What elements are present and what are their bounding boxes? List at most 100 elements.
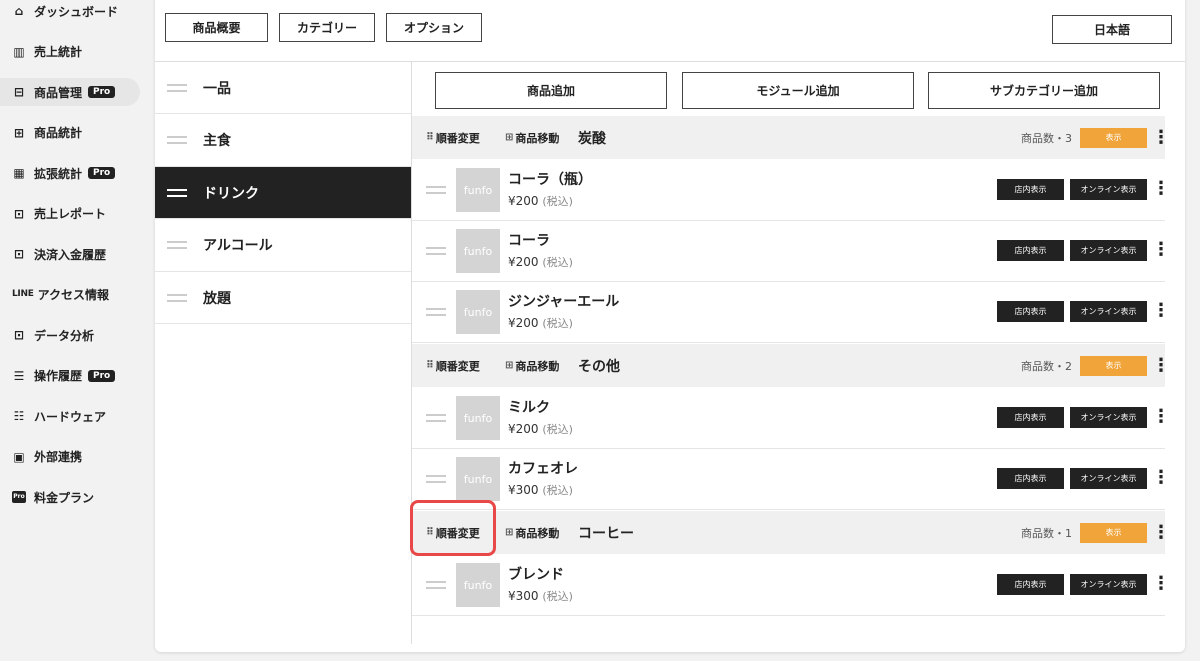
reorder-button[interactable]: ⠿ 順番変更 [426, 358, 480, 374]
add-module-button[interactable]: モジュール追加 [682, 72, 914, 109]
product-name: コーラ（瓶） [508, 172, 592, 188]
online-display-button[interactable]: オンライン表示 [1070, 574, 1147, 595]
drag-handle-icon[interactable] [426, 581, 446, 589]
sidebar-item[interactable]: ⌂ ダッシュボード [0, 0, 140, 25]
bar-chart-icon: ▥ [13, 44, 25, 59]
grid-move-icon: ⊞ [505, 527, 514, 538]
add-subcategory-button[interactable]: サブカテゴリー追加 [928, 72, 1160, 109]
drag-handle-icon[interactable] [167, 241, 187, 249]
more-options-icon[interactable]: ⋮ [1152, 575, 1170, 593]
show-toggle-button[interactable]: 表示 [1080, 522, 1147, 543]
sidebar-item[interactable]: ▦ 拡張統計 Pro [0, 159, 140, 187]
drag-handle-icon[interactable] [426, 247, 446, 255]
sidebar-item[interactable]: ☰ 操作履歴 Pro [0, 362, 140, 390]
store-display-button[interactable]: 店内表示 [997, 468, 1064, 489]
sidebar-item-label: 売上統計 [34, 45, 83, 59]
sidebar-item[interactable]: ▥ 売上統計 [0, 38, 140, 66]
sidebar-item[interactable]: ⊡ 決済入金履歴 [0, 240, 140, 268]
more-options-icon[interactable]: ⋮ [1152, 241, 1170, 259]
product-price: ¥200 [508, 194, 539, 208]
sidebar-item-label: 操作履歴 [34, 369, 83, 383]
sidebar-item-label: 商品統計 [34, 126, 83, 140]
product-row[interactable]: funfo ブレンド ¥300 (税込) 店内表示 オンライン表示 ⋮ [412, 555, 1170, 616]
store-display-button[interactable]: 店内表示 [997, 574, 1064, 595]
sidebar-item-label: アクセス情報 [37, 288, 109, 302]
sidebar-item-label: データ分析 [34, 328, 95, 343]
product-row[interactable]: funfo カフェオレ ¥300 (税込) 店内表示 オンライン表示 ⋮ [412, 449, 1170, 510]
tab-category[interactable]: カテゴリー [279, 13, 375, 42]
product-row[interactable]: funfo ジンジャーエール ¥200 (税込) 店内表示 オンライン表示 ⋮ [412, 282, 1170, 343]
sidebar-item[interactable]: ☷ ハードウェア [0, 402, 140, 430]
sidebar: ⌂ ダッシュボード ▥ 売上統計 ⊟ 商品管理 Pro ⊞ 商品統計 ▦ 拡張統計 Pro ⊡ 売上レポー… [0, 0, 150, 661]
drag-handle-icon[interactable] [426, 475, 446, 483]
tax-label: (税込) [542, 317, 573, 330]
online-display-button[interactable]: オンライン表示 [1070, 301, 1147, 322]
store-display-button[interactable]: 店内表示 [997, 179, 1064, 200]
sidebar-item[interactable]: Pro 料金プラン [0, 483, 140, 511]
move-product-button[interactable]: ⊞ 商品移動 [505, 358, 559, 374]
product-count: 商品数・1 [1021, 526, 1072, 540]
category-item[interactable]: アルコール [155, 220, 411, 272]
online-display-button[interactable]: オンライン表示 [1070, 468, 1147, 489]
product-row[interactable]: funfo コーラ（瓶） ¥200 (税込) 店内表示 オンライン表示 ⋮ [412, 160, 1170, 221]
product-row[interactable]: funfo ミルク ¥200 (税込) 店内表示 オンライン表示 ⋮ [412, 388, 1170, 449]
more-options-icon[interactable]: ⋮ [1152, 356, 1170, 375]
category-item[interactable]: 一品 [155, 62, 411, 114]
drag-handle-icon[interactable] [167, 136, 187, 144]
language-button[interactable]: 日本語 [1052, 15, 1172, 44]
product-price: ¥200 [508, 422, 539, 436]
move-product-button[interactable]: ⊞ 商品移動 [505, 130, 559, 146]
drag-handle-icon[interactable] [426, 414, 446, 422]
category-item[interactable]: 放題 [155, 272, 411, 324]
move-label: 商品移動 [515, 359, 560, 373]
show-toggle-button[interactable]: 表示 [1080, 355, 1147, 376]
reorder-highlight-box [410, 500, 496, 556]
more-options-icon[interactable]: ⋮ [1152, 469, 1170, 487]
drag-handle-icon[interactable] [426, 186, 446, 194]
category-label: ドリンク [203, 185, 259, 202]
drag-handle-icon[interactable] [167, 188, 187, 197]
category-item[interactable]: ドリンク [155, 167, 411, 219]
online-display-button[interactable]: オンライン表示 [1070, 407, 1147, 428]
tax-label: (税込) [542, 195, 573, 208]
home-icon: ⌂ [14, 4, 24, 18]
move-product-button[interactable]: ⊞ 商品移動 [505, 525, 559, 541]
online-display-button[interactable]: オンライン表示 [1070, 179, 1147, 200]
grid-move-icon: ⊞ [505, 360, 514, 371]
drag-handle-icon[interactable] [426, 308, 446, 316]
more-options-icon[interactable]: ⋮ [1152, 128, 1170, 147]
more-options-icon[interactable]: ⋮ [1152, 302, 1170, 320]
sidebar-item[interactable]: ⊞ 商品統計 [0, 119, 140, 147]
show-toggle-button[interactable]: 表示 [1080, 127, 1147, 148]
sidebar-item[interactable]: ⊟ 商品管理 Pro [0, 78, 140, 106]
add-product-button[interactable]: 商品追加 [435, 72, 667, 109]
drag-handle-icon[interactable] [167, 293, 187, 302]
more-options-icon[interactable]: ⋮ [1152, 180, 1170, 198]
online-display-button[interactable]: オンライン表示 [1070, 240, 1147, 261]
more-options-icon[interactable]: ⋮ [1152, 523, 1170, 542]
report-icon: ⊡ [13, 206, 25, 221]
sidebar-item-label: 決済入金履歴 [34, 247, 107, 262]
product-row[interactable]: funfo コーラ ¥200 (税込) 店内表示 オンライン表示 ⋮ [412, 221, 1170, 282]
tab-product-overview[interactable]: 商品概要 [165, 13, 268, 42]
sidebar-item[interactable]: ⊡ 売上レポート [0, 200, 140, 228]
store-display-button[interactable]: 店内表示 [997, 407, 1064, 428]
sidebar-item-label: 外部連携 [34, 450, 83, 464]
drag-dots-icon: ⠿ [426, 360, 434, 371]
drag-handle-icon[interactable] [167, 83, 187, 92]
store-display-button[interactable]: 店内表示 [997, 301, 1064, 322]
more-options-icon[interactable]: ⋮ [1152, 408, 1170, 426]
subcategory-title: コーヒー [578, 525, 634, 542]
sidebar-item[interactable]: LINE アクセス情報 [0, 281, 140, 309]
store-display-button[interactable]: 店内表示 [997, 240, 1064, 261]
product-price: ¥200 [508, 316, 539, 330]
sidebar-item[interactable]: ▣ 外部連携 [0, 443, 140, 471]
product-thumbnail: funfo [456, 290, 500, 334]
tab-option[interactable]: オプション [386, 13, 482, 42]
category-item[interactable]: 主食 [155, 115, 411, 167]
reorder-button[interactable]: ⠿ 順番変更 [426, 130, 480, 146]
product-name: コーラ [508, 233, 550, 249]
external-link-icon: ▣ [13, 449, 25, 464]
sidebar-item[interactable]: ⊡ データ分析 [0, 321, 140, 349]
product-price-line: ¥200 (税込) [508, 193, 573, 209]
